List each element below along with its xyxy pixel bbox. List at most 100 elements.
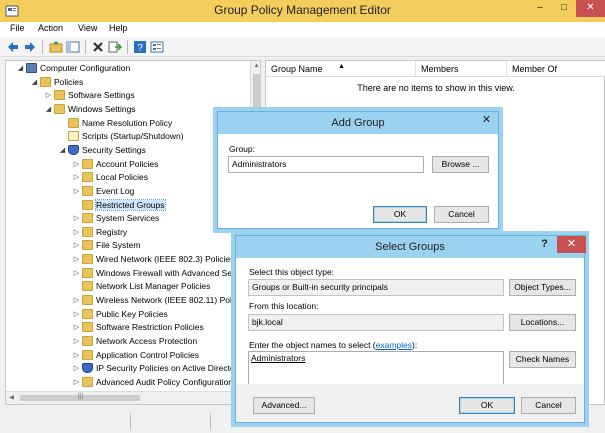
- expand-arrow-icon[interactable]: ▷: [72, 335, 81, 348]
- forward-arrow-icon[interactable]: [23, 40, 37, 54]
- folder-icon: [82, 295, 93, 306]
- select-groups-cancel-button[interactable]: Cancel: [521, 397, 576, 414]
- tree-item-label: Application Control Policies: [96, 349, 199, 360]
- tree-item[interactable]: ▷ IP Security Policies on Active Director…: [72, 362, 242, 375]
- tree-item[interactable]: Network List Manager Policies: [72, 280, 210, 293]
- doc-icon: [68, 131, 79, 142]
- expand-arrow-icon[interactable]: ▷: [72, 267, 81, 280]
- expand-arrow-icon[interactable]: ▷: [72, 376, 81, 389]
- advanced-button[interactable]: Advanced...: [253, 397, 315, 414]
- expand-arrow-icon[interactable]: ▷: [72, 253, 81, 266]
- tree-item-label: Name Resolution Policy: [82, 117, 173, 128]
- column-members[interactable]: Members: [416, 61, 507, 77]
- tree-item[interactable]: ▷ Local Policies: [72, 171, 148, 184]
- expand-arrow-icon[interactable]: ▷: [72, 158, 81, 171]
- tree-item[interactable]: ▷ Account Policies: [72, 158, 158, 171]
- properties-icon[interactable]: [150, 40, 164, 54]
- expand-arrow-icon[interactable]: ▷: [72, 185, 81, 198]
- tree-item[interactable]: ▷ Network Access Protection: [72, 335, 197, 348]
- tree-item[interactable]: ▷ System Services: [72, 212, 159, 225]
- location-label: From this location:: [249, 301, 319, 311]
- tree-item[interactable]: ◢ Policies: [30, 76, 83, 89]
- tree-item-label: Computer Configuration: [40, 63, 131, 73]
- tree-item-label: Network Access Protection: [96, 336, 198, 346]
- tree-item[interactable]: Restricted Groups: [72, 198, 166, 212]
- up-folder-icon[interactable]: [49, 40, 63, 54]
- tree-item[interactable]: ▷ Wired Network (IEEE 802.3) Policies: [72, 253, 234, 266]
- tree-item[interactable]: ▷ Windows Firewall with Advanced Security: [72, 267, 252, 280]
- collapse-arrow-icon[interactable]: ◢: [44, 103, 53, 116]
- expand-arrow-icon[interactable]: ▷: [72, 171, 81, 184]
- tree-item-label: Advanced Audit Policy Configuration: [96, 376, 234, 387]
- expand-arrow-icon[interactable]: ▷: [72, 294, 81, 307]
- tree-item[interactable]: ▷ Registry: [72, 226, 127, 239]
- folder-icon: [82, 308, 93, 319]
- menu-help[interactable]: Help: [109, 23, 128, 33]
- object-types-button[interactable]: Object Types...: [509, 279, 576, 296]
- locations-button[interactable]: Locations...: [509, 314, 576, 331]
- menu-view[interactable]: View: [78, 23, 97, 33]
- check-names-button[interactable]: Check Names: [509, 351, 576, 368]
- add-group-ok-button[interactable]: OK: [373, 206, 427, 223]
- expand-arrow-icon[interactable]: ▷: [72, 239, 81, 252]
- tree-item-label: Account Policies: [96, 158, 159, 169]
- expand-arrow-icon[interactable]: ▷: [72, 226, 81, 239]
- examples-link[interactable]: examples: [376, 340, 412, 350]
- tree-item[interactable]: ▷ Application Control Policies: [72, 349, 199, 362]
- tree-item[interactable]: ◢ Computer Configuration: [16, 62, 130, 75]
- add-group-title[interactable]: Add Group: [218, 112, 498, 134]
- collapse-arrow-icon[interactable]: ◢: [16, 62, 25, 75]
- object-names-input[interactable]: Administrators: [248, 351, 504, 388]
- column-member-of[interactable]: Member Of: [507, 61, 605, 77]
- browse-button[interactable]: Browse ...: [432, 156, 489, 173]
- tree-item-label: System Services: [96, 213, 160, 224]
- scroll-left-arrow-icon[interactable]: ◀: [6, 392, 17, 404]
- tree-item[interactable]: ▷ File System: [72, 239, 140, 252]
- show-hide-tree-icon[interactable]: [66, 40, 80, 54]
- help-button[interactable]: ?: [532, 236, 557, 253]
- scroll-up-arrow-icon[interactable]: ▲: [251, 61, 260, 72]
- tree-item[interactable]: ▷ Wireless Network (IEEE 802.11) Policies: [72, 294, 249, 307]
- tree-horizontal-scrollbar[interactable]: ◀ ||| ▶: [6, 391, 250, 404]
- collapse-arrow-icon[interactable]: ◢: [58, 144, 67, 157]
- collapse-arrow-icon[interactable]: ◢: [30, 76, 39, 89]
- folder-icon: [82, 199, 93, 210]
- expand-arrow-icon[interactable]: ▷: [72, 321, 81, 334]
- tree-item[interactable]: ▷ Event Log: [72, 185, 134, 198]
- export-icon[interactable]: [108, 40, 122, 54]
- maximize-button[interactable]: □: [552, 0, 576, 17]
- tree-item-label: Policies: [54, 76, 84, 87]
- tree-item[interactable]: ◢ Security Settings: [58, 144, 146, 157]
- add-group-cancel-button[interactable]: Cancel: [434, 206, 489, 223]
- folder-icon: [82, 172, 93, 183]
- tree-item[interactable]: ▷ Software Restriction Policies: [72, 321, 204, 334]
- object-name-token[interactable]: Administrators: [251, 353, 305, 363]
- object-names-label: Enter the object names to select (exampl…: [249, 340, 417, 350]
- tree-item[interactable]: ▷ Public Key Policies: [72, 308, 168, 321]
- object-type-field: Groups or Built-in security principals: [248, 279, 504, 296]
- title-bar[interactable]: Group Policy Management Editor – □ ✕: [0, 0, 605, 22]
- expand-arrow-icon[interactable]: ▷: [72, 349, 81, 362]
- menu-file[interactable]: File: [10, 23, 25, 33]
- close-button[interactable]: ✕: [576, 0, 605, 17]
- menu-action[interactable]: Action: [38, 23, 63, 33]
- tree-item-label: Event Log: [96, 185, 135, 196]
- tree-item[interactable]: ◢ Windows Settings: [44, 103, 136, 116]
- status-separator: [210, 413, 211, 429]
- select-groups-ok-button[interactable]: OK: [459, 397, 515, 414]
- tree-item[interactable]: ▷ Software Settings: [44, 89, 135, 102]
- select-groups-close-button[interactable]: ✕: [557, 236, 586, 253]
- tree-item[interactable]: Name Resolution Policy: [58, 117, 172, 130]
- expand-arrow-icon[interactable]: ▷: [72, 362, 81, 375]
- back-arrow-icon[interactable]: [6, 40, 20, 54]
- tree-item[interactable]: Scripts (Startup/Shutdown): [58, 130, 184, 143]
- add-group-close-button[interactable]: ✕: [474, 112, 499, 129]
- delete-icon[interactable]: [91, 40, 105, 54]
- minimize-button[interactable]: –: [528, 0, 552, 17]
- expand-arrow-icon[interactable]: ▷: [72, 308, 81, 321]
- help-icon[interactable]: ?: [133, 40, 147, 54]
- group-field[interactable]: Administrators: [228, 156, 424, 173]
- expand-arrow-icon[interactable]: ▷: [44, 89, 53, 102]
- expand-arrow-icon[interactable]: ▷: [72, 212, 81, 225]
- tree-item[interactable]: ▷ Advanced Audit Policy Configuration: [72, 376, 233, 389]
